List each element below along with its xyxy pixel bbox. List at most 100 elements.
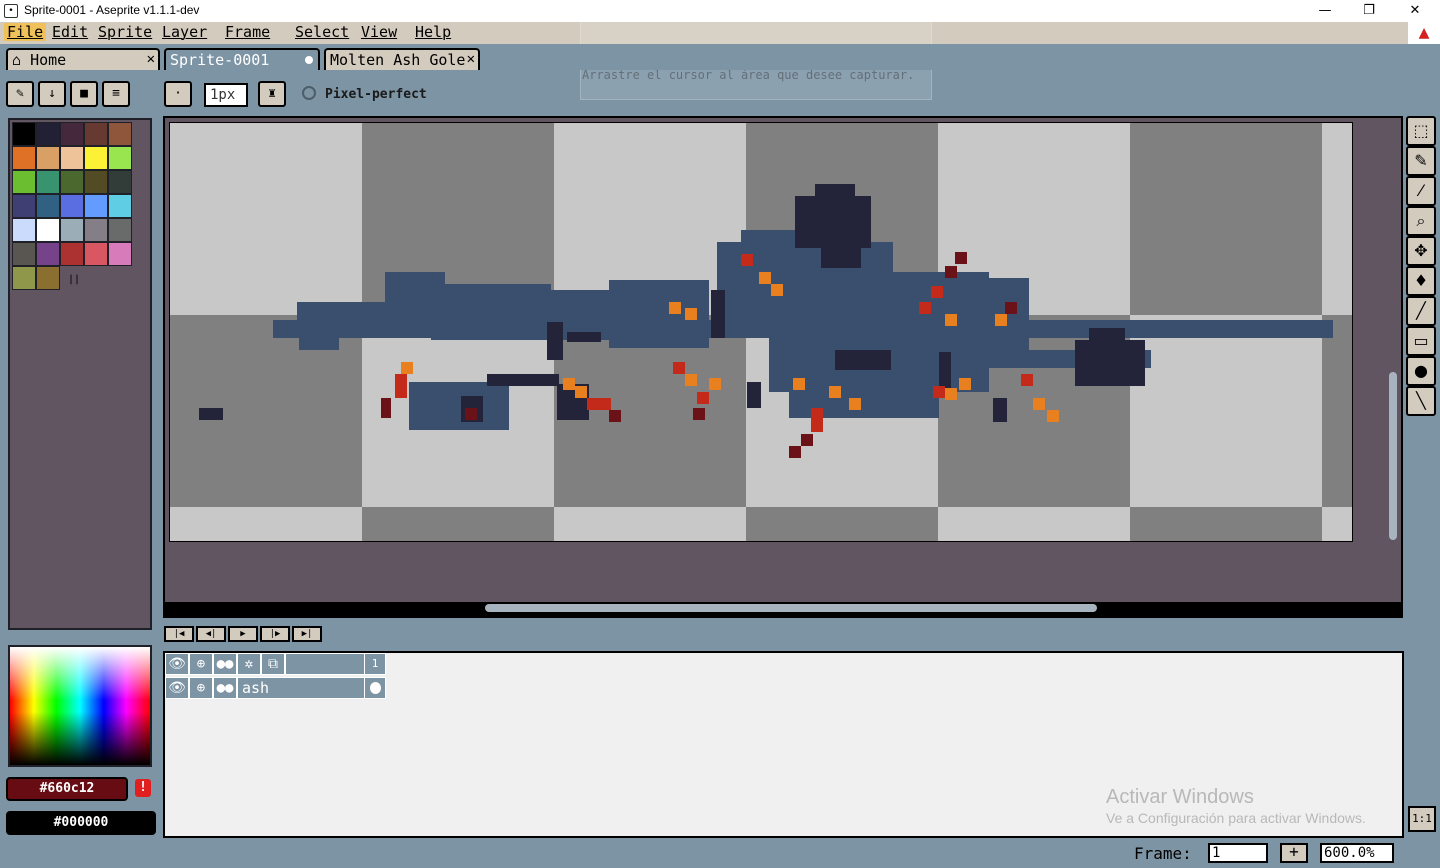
layer-continuous-icon[interactable]: ●● <box>213 677 237 699</box>
palette-swatch[interactable] <box>84 170 108 194</box>
pixel-perfect-checkbox[interactable] <box>302 86 316 100</box>
palette-swatch[interactable] <box>12 194 36 218</box>
sprite-lava-red <box>919 302 931 314</box>
timeline-gear-icon[interactable]: ✲ <box>237 653 261 675</box>
timeline-frame-header[interactable]: 1 <box>364 653 386 675</box>
previous-frame-icon[interactable]: ◀| <box>196 626 226 642</box>
brush-size-input[interactable]: 1px <box>204 83 248 107</box>
palette-swatch[interactable] <box>84 194 108 218</box>
ink-type-icon[interactable]: ♜ <box>258 81 286 107</box>
tab-home-close-icon[interactable]: ✕ <box>147 51 155 67</box>
color-warning-icon[interactable]: ! <box>135 779 151 797</box>
layer-name-ash[interactable]: ash <box>237 677 365 699</box>
palette-swatch[interactable] <box>36 146 60 170</box>
palette-swatch[interactable] <box>84 218 108 242</box>
menu-view[interactable]: View <box>361 23 397 41</box>
palette-swatch[interactable] <box>60 146 84 170</box>
add-frame-button[interactable]: + <box>1280 843 1308 863</box>
sprite-canvas[interactable] <box>169 122 1353 542</box>
zoom-icon[interactable]: ⌕ <box>1406 206 1436 236</box>
palette-swatch[interactable] <box>60 170 84 194</box>
tab-sprite-0001[interactable]: Sprite-0001 <box>164 48 320 70</box>
vertical-scrollbar[interactable] <box>1389 372 1397 540</box>
menu-file[interactable]: File <box>4 23 47 41</box>
palette-swatch[interactable] <box>60 194 84 218</box>
pencil-icon[interactable]: ✎ <box>1406 146 1436 176</box>
palette-swatch[interactable] <box>60 218 84 242</box>
palette-swatch[interactable] <box>12 146 36 170</box>
maximize-button[interactable]: ❐ <box>1346 0 1392 22</box>
move-icon[interactable]: ✥ <box>1406 236 1436 266</box>
timeline-visibility-header-icon[interactable]: 👁 <box>165 653 189 675</box>
timeline-onion-header-icon[interactable]: ●● <box>213 653 237 675</box>
timeline-lock-header-icon[interactable]: ⊕ <box>189 653 213 675</box>
window-title: Sprite-0001 - Aseprite v1.1.1-dev <box>24 3 200 17</box>
first-frame-icon[interactable]: |◀ <box>164 626 194 642</box>
palette-swatch[interactable] <box>12 266 36 290</box>
palette-swatch[interactable] <box>108 218 132 242</box>
rectangular-marquee-icon[interactable]: ⬚ <box>1406 116 1436 146</box>
foreground-color-button[interactable]: #660c12 <box>6 777 128 801</box>
palette-swatch[interactable] <box>108 242 132 266</box>
background-color-button[interactable]: #000000 <box>6 811 156 835</box>
tab-home[interactable]: ⌂ Home ✕ <box>6 48 160 70</box>
palette-swatch[interactable] <box>36 218 60 242</box>
sprite-body-block <box>409 382 509 430</box>
palette-swatch[interactable] <box>84 122 108 146</box>
horizontal-scrollbar[interactable] <box>485 604 1097 612</box>
sprite-dark-block <box>747 382 761 408</box>
palette-swatch[interactable] <box>12 218 36 242</box>
palette-swatch[interactable] <box>84 146 108 170</box>
line-icon[interactable]: ╱ <box>1406 296 1436 326</box>
color-spectrum-picker[interactable] <box>8 645 152 767</box>
palette-swatch[interactable] <box>12 242 36 266</box>
menu-frame[interactable]: Frame <box>225 23 270 41</box>
close-window-button[interactable]: ✕ <box>1392 0 1438 22</box>
palette-swatch[interactable] <box>108 194 132 218</box>
tab-molten-ash-golem[interactable]: Molten Ash Gole ✕ <box>324 48 480 70</box>
palette-swatch[interactable] <box>108 170 132 194</box>
layer-visibility-icon[interactable]: 👁 <box>165 677 189 699</box>
palette-swatch[interactable] <box>60 242 84 266</box>
zoom-input[interactable]: 600.0% <box>1320 843 1394 863</box>
next-frame-icon[interactable]: |▶ <box>260 626 290 642</box>
frame-input[interactable]: 1 <box>1208 843 1268 863</box>
menu-sprite[interactable]: Sprite <box>98 23 152 41</box>
palette-sort-icon[interactable]: ↓ <box>38 81 66 107</box>
layer-lock-icon[interactable]: ⊕ <box>189 677 213 699</box>
palette-swatch[interactable] <box>108 146 132 170</box>
palette-swatch[interactable] <box>60 122 84 146</box>
tab-molten-close-icon[interactable]: ✕ <box>467 51 475 67</box>
paint-bucket-icon[interactable]: ♦ <box>1406 266 1436 296</box>
palette-swatch[interactable] <box>36 170 60 194</box>
palette-swatch[interactable] <box>36 242 60 266</box>
menu-edit[interactable]: Edit <box>52 23 88 41</box>
tab-home-label: Home <box>30 51 67 69</box>
zoom-one-to-one-button[interactable]: 1:1 <box>1408 806 1436 832</box>
palette-swatch[interactable] <box>36 194 60 218</box>
play-icon[interactable]: ▶ <box>228 626 258 642</box>
palette-swatch[interactable] <box>84 242 108 266</box>
timeline-layers-icon[interactable]: ⧉ <box>261 653 285 675</box>
palette-edit-icon[interactable]: ✎ <box>6 81 34 107</box>
menu-select[interactable]: Select <box>295 23 349 41</box>
palette-resize-grip-icon[interactable]: || <box>68 274 80 285</box>
eyedropper-icon[interactable]: ⁄ <box>1406 176 1436 206</box>
minimize-button[interactable]: — <box>1302 0 1348 22</box>
sprite-lava-red <box>931 286 943 298</box>
palette-swatch[interactable] <box>12 122 36 146</box>
blur-icon[interactable]: ╲ <box>1406 386 1436 416</box>
palette-swatch[interactable] <box>12 170 36 194</box>
palette-swatch[interactable] <box>36 122 60 146</box>
palette-swatch[interactable] <box>108 122 132 146</box>
menu-layer[interactable]: Layer <box>162 23 207 41</box>
palette-swatch[interactable] <box>36 266 60 290</box>
palette-options-icon[interactable]: ≡ <box>102 81 130 107</box>
palette-presets-icon[interactable]: ■ <box>70 81 98 107</box>
last-frame-icon[interactable]: ▶| <box>292 626 322 642</box>
rectangle-icon[interactable]: ▭ <box>1406 326 1436 356</box>
menu-help[interactable]: Help <box>415 23 451 41</box>
contour-icon[interactable]: ● <box>1406 356 1436 386</box>
sprite-editor[interactable] <box>163 116 1403 618</box>
brush-type-icon[interactable]: · <box>164 81 192 107</box>
